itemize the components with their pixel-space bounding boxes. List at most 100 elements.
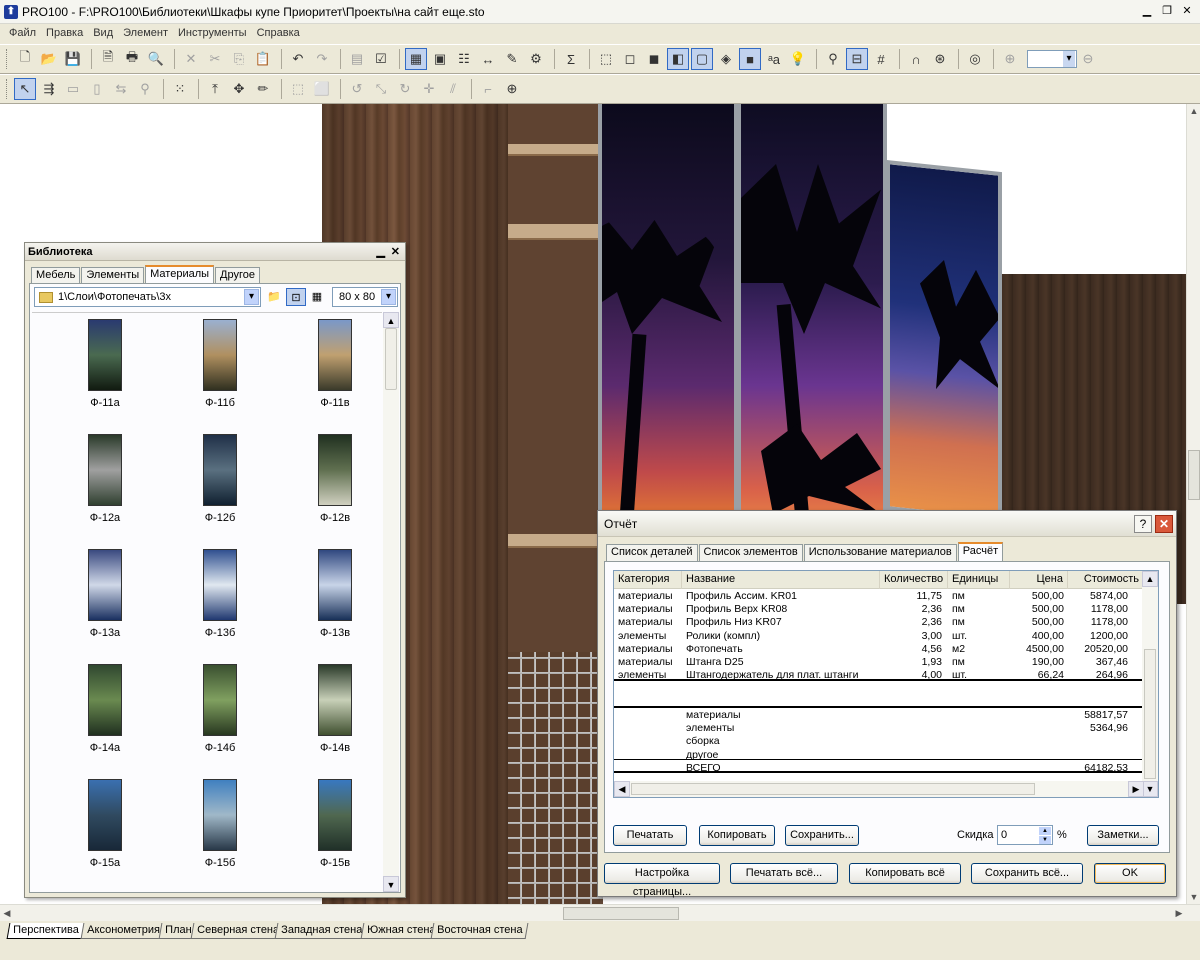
spin-down-icon[interactable]: ▼ xyxy=(1039,836,1051,844)
group-icon[interactable]: ▭ xyxy=(62,78,84,100)
grid-icon[interactable]: # xyxy=(870,48,892,70)
corner-icon[interactable]: ⌐ xyxy=(477,78,499,100)
tab-north-wall[interactable]: Северная стена xyxy=(190,923,286,939)
settings-window-icon[interactable]: ⚙ xyxy=(525,48,547,70)
material-thumbnail[interactable]: Ф-15в xyxy=(285,775,385,875)
save-icon[interactable]: 💾 xyxy=(62,48,84,70)
redo-icon[interactable]: ↷ xyxy=(311,48,333,70)
tab-other[interactable]: Другое xyxy=(215,267,260,284)
save-all-button[interactable]: Сохранить всё... xyxy=(971,863,1083,884)
chevron-down-icon[interactable]: ▾ xyxy=(381,289,396,305)
copy-icon[interactable]: ⎘ xyxy=(228,48,250,70)
hidden-line-view-icon[interactable]: ◻ xyxy=(619,48,641,70)
transparent-view-icon[interactable]: ◈ xyxy=(715,48,737,70)
properties-icon[interactable]: 🗎 xyxy=(97,48,119,70)
toolbar-grip[interactable] xyxy=(6,49,9,69)
material-thumbnail[interactable]: Ф-14а xyxy=(55,660,155,760)
menu-edit[interactable]: Правка xyxy=(41,27,88,39)
tab-furniture[interactable]: Мебель xyxy=(31,267,81,284)
tab-east-wall[interactable]: Восточная стена xyxy=(430,923,529,939)
mirror-icon[interactable]: ⫽ xyxy=(442,78,464,100)
page-setup-button[interactable]: Настройка страницы... xyxy=(604,863,720,898)
material-thumbnail[interactable]: Ф-11а xyxy=(55,315,155,415)
scroll-down-icon[interactable]: ▼ xyxy=(1142,781,1158,797)
discount-input[interactable]: 0 ▲ ▼ xyxy=(997,825,1053,845)
material-thumbnail[interactable]: Ф-13в xyxy=(285,545,385,645)
pencil-icon[interactable]: ✏ xyxy=(252,78,274,100)
save-button[interactable]: Сохранить... xyxy=(785,825,859,846)
list-view-icon[interactable]: ▦ xyxy=(307,288,327,306)
close-button[interactable]: ✕ xyxy=(1178,3,1196,20)
library-window-icon[interactable]: ▦ xyxy=(405,48,427,70)
layers-icon[interactable]: ▤ xyxy=(346,48,368,70)
text-labels-icon[interactable]: ᵃa xyxy=(763,48,785,70)
library-titlebar[interactable]: Библиотека ▁ ✕ xyxy=(25,243,405,261)
paste-icon[interactable]: 📋 xyxy=(252,48,274,70)
table-horizontal-scrollbar[interactable]: ◀ ▶ xyxy=(614,781,1144,797)
print-preview-icon[interactable]: 🔍 xyxy=(145,48,167,70)
material-thumbnail[interactable]: Ф-15б xyxy=(170,775,270,875)
report-titlebar[interactable]: Отчёт xyxy=(598,511,1176,537)
scroll-thumb[interactable] xyxy=(631,783,1035,795)
material-thumbnail[interactable]: Ф-13а xyxy=(55,545,155,645)
search-icon[interactable]: ⚲ xyxy=(134,78,156,100)
ungroup-icon[interactable]: ▯ xyxy=(86,78,108,100)
minimize-icon[interactable]: ▁ xyxy=(377,245,385,258)
tab-elements-list[interactable]: Список элементов xyxy=(698,544,803,561)
select-pointer-icon[interactable]: ↖ xyxy=(14,78,36,100)
resize-icon[interactable]: ⬚ xyxy=(287,78,309,100)
column-header-cost[interactable]: Стоимость xyxy=(1068,571,1144,589)
rotate-x-icon[interactable]: ⤡ xyxy=(370,78,392,100)
material-thumbnail[interactable]: Ф-12в xyxy=(285,430,385,530)
tab-materials-usage[interactable]: Использование материалов xyxy=(803,544,957,561)
restore-button[interactable]: ❐ xyxy=(1158,3,1176,20)
wireframe-view-icon[interactable]: ⬚ xyxy=(595,48,617,70)
close-icon[interactable]: ✕ xyxy=(1155,515,1173,533)
tab-west-wall[interactable]: Западная стена xyxy=(274,923,369,939)
help-icon[interactable]: ? xyxy=(1134,515,1152,533)
undo-icon[interactable]: ↶ xyxy=(287,48,309,70)
scroll-down-icon[interactable]: ▼ xyxy=(383,876,399,892)
zoom-in-icon[interactable]: ⊕ xyxy=(999,48,1021,70)
scroll-down-icon[interactable]: ▼ xyxy=(1187,890,1200,904)
light-bulb-icon[interactable]: 💡 xyxy=(787,48,809,70)
print-icon[interactable]: 🖶 xyxy=(121,48,143,70)
move-cross-icon[interactable]: ✛ xyxy=(418,78,440,100)
dotted-select-icon[interactable]: ⁙ xyxy=(169,78,191,100)
new-file-icon[interactable]: 🗋 xyxy=(14,48,36,70)
outline-view-icon[interactable]: ▢ xyxy=(691,48,713,70)
column-header-quantity[interactable]: Количество xyxy=(880,571,948,589)
scroll-thumb[interactable] xyxy=(1188,450,1200,500)
report-window-icon[interactable]: ▣ xyxy=(429,48,451,70)
align-icon[interactable]: ⇆ xyxy=(110,78,132,100)
color-view-icon[interactable]: ■ xyxy=(739,48,761,70)
viewport-horizontal-scrollbar[interactable]: ◀ ▶ xyxy=(0,904,1200,921)
crosshair-icon[interactable]: ⊕ xyxy=(501,78,523,100)
scroll-thumb[interactable] xyxy=(1144,649,1156,779)
stretch-icon[interactable]: ⬜ xyxy=(311,78,333,100)
thumbnail-size-combobox[interactable]: 80 x 80 ▾ xyxy=(332,287,398,307)
close-icon[interactable]: ✕ xyxy=(391,245,400,258)
tab-parts-list[interactable]: Список деталей xyxy=(606,544,698,561)
tab-materials[interactable]: Материалы xyxy=(145,265,215,284)
magnet-icon[interactable]: ∩ xyxy=(905,48,927,70)
copy-all-button[interactable]: Копировать всё xyxy=(849,863,961,884)
copy-button[interactable]: Копировать xyxy=(699,825,775,846)
library-vertical-scrollbar[interactable]: ▲ ▼ xyxy=(383,312,399,892)
toolbar-grip[interactable] xyxy=(6,79,9,99)
material-thumbnail[interactable]: Ф-13б xyxy=(170,545,270,645)
viewport-vertical-scrollbar[interactable]: ▲ ▼ xyxy=(1186,104,1200,904)
tab-south-wall[interactable]: Южная стена xyxy=(360,923,442,939)
scroll-left-icon[interactable]: ◀ xyxy=(0,906,14,920)
spin-up-icon[interactable]: ▲ xyxy=(1039,827,1051,835)
menu-help[interactable]: Справка xyxy=(252,27,305,39)
scroll-thumb[interactable] xyxy=(563,907,679,920)
material-thumbnail[interactable]: Ф-15а xyxy=(55,775,155,875)
shaded-view-icon[interactable]: ◼ xyxy=(643,48,665,70)
select-multiple-icon[interactable]: ⇶ xyxy=(38,78,60,100)
folder-up-icon[interactable]: 📁 xyxy=(264,288,284,306)
print-button[interactable]: Печатать xyxy=(613,825,687,846)
zoom-out-icon[interactable]: ⊖ xyxy=(1077,48,1099,70)
material-thumbnail[interactable]: Ф-14в xyxy=(285,660,385,760)
menu-element[interactable]: Элемент xyxy=(118,27,173,39)
